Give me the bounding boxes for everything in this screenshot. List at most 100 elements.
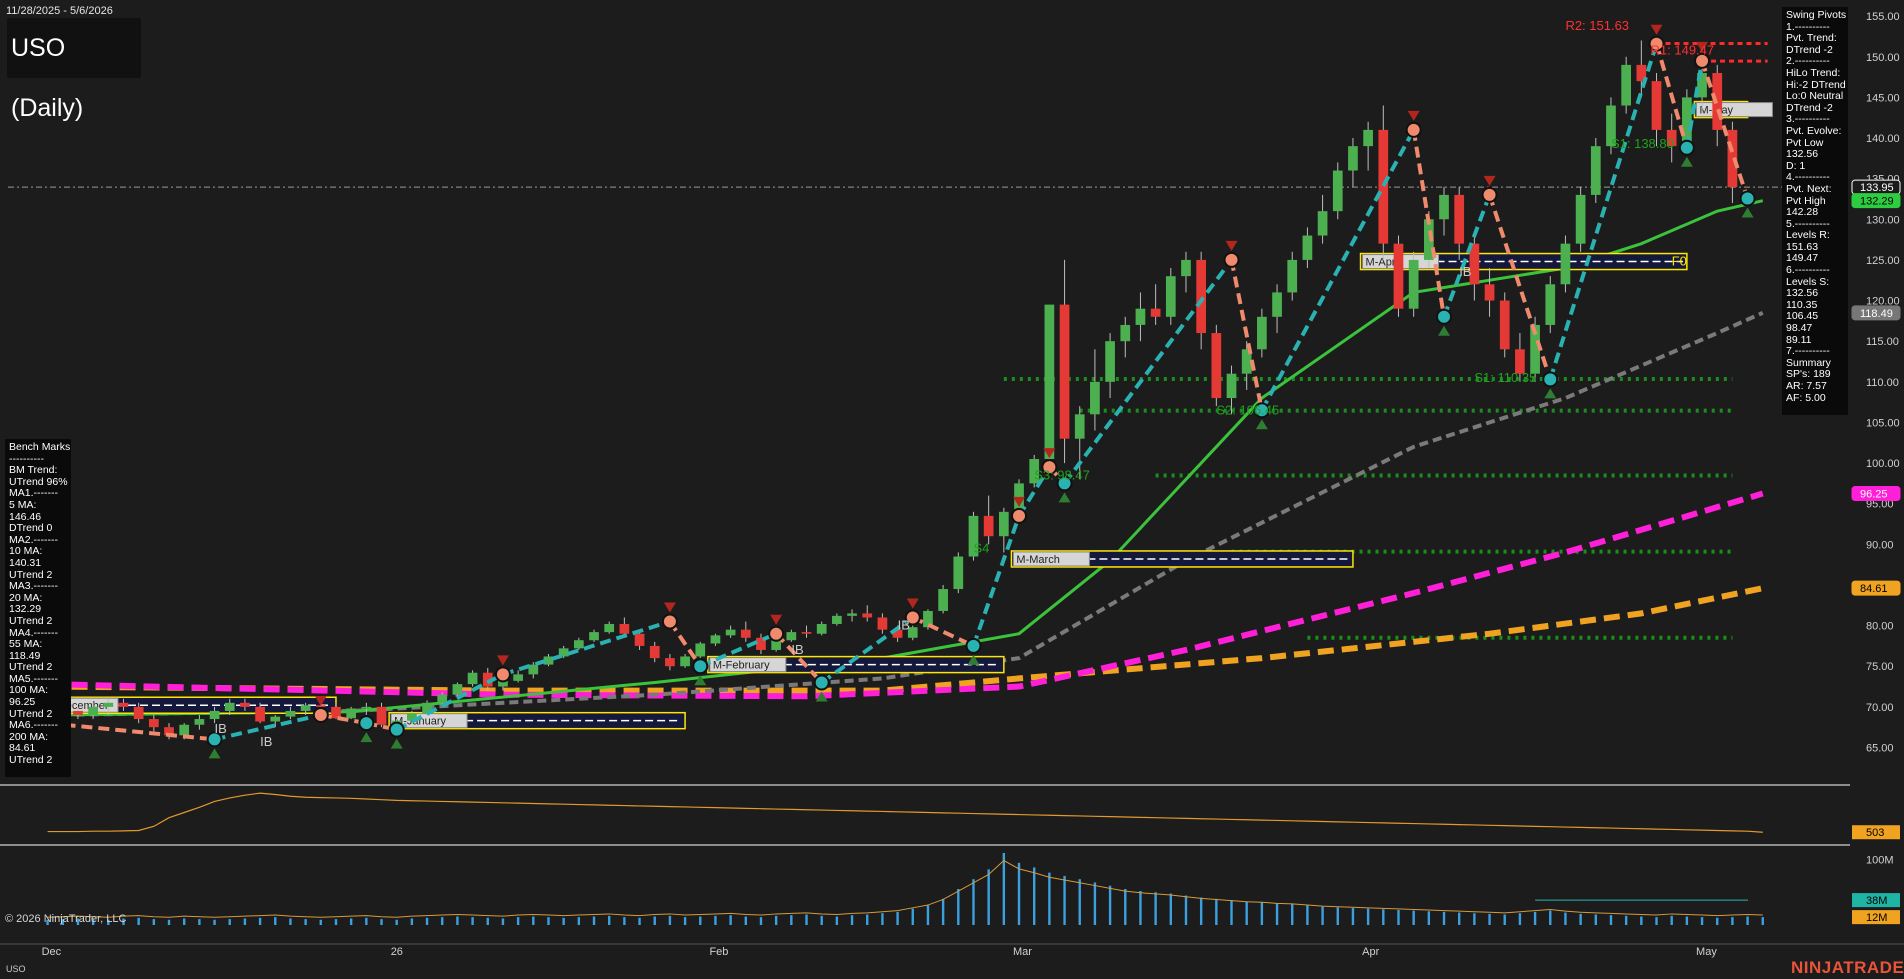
candle-body <box>953 556 964 590</box>
ib-label: IB <box>260 734 272 749</box>
volume-bar <box>349 918 353 925</box>
ticker-label: USO <box>6 964 26 974</box>
up-arrow-marker <box>360 732 373 743</box>
swing-pivots-line: Pvt. Evolve: <box>1786 124 1842 137</box>
x-tick-label: Apr <box>1362 946 1379 958</box>
volume-bar <box>1154 892 1157 925</box>
candle-body <box>1272 292 1282 317</box>
candle-body <box>300 705 311 711</box>
y-tick-label: 65.00 <box>1866 742 1894 754</box>
bench-marks-line: MA3.------- <box>9 580 58 593</box>
candle-body <box>801 632 812 634</box>
volume-bar <box>850 915 854 925</box>
swing-high-marker <box>1481 186 1498 203</box>
volume-bar <box>547 917 550 925</box>
swing-low-marker <box>692 658 709 675</box>
up-arrow-marker <box>1255 419 1268 430</box>
volume-bar <box>729 915 732 925</box>
y-tick-label: 70.00 <box>1866 702 1894 714</box>
month-label: M-March <box>1016 554 1059 566</box>
volume-bar <box>1199 897 1203 925</box>
volume-bar <box>957 889 960 925</box>
volume-bar <box>562 917 565 925</box>
candle-body <box>862 613 873 618</box>
volume-bar <box>1594 914 1598 925</box>
candle-body <box>103 702 114 707</box>
s2-label: S2: 106.45 <box>1216 402 1279 417</box>
down-arrow-marker <box>1483 175 1496 186</box>
price-badge-label: 84.61 <box>1860 583 1888 595</box>
candle-body <box>437 694 448 703</box>
volume-bar <box>668 915 672 925</box>
volume-bar <box>137 917 140 925</box>
candle-body <box>1181 259 1191 277</box>
ib-label: IB <box>791 642 803 657</box>
down-arrow-marker <box>1407 110 1420 121</box>
r1-label: R1: 149.47 <box>1651 42 1715 57</box>
volume-bar <box>759 917 763 925</box>
swing-line <box>47 721 215 742</box>
volume-bar <box>441 917 444 925</box>
bench-marks-line: 55 MA: <box>9 638 43 651</box>
volume-bar <box>243 918 247 925</box>
candle-body <box>1363 129 1373 147</box>
candle-body <box>1575 194 1586 244</box>
candle-body <box>376 706 387 725</box>
candle-body <box>1165 276 1176 317</box>
swing-pivots-line: 98.47 <box>1786 322 1813 335</box>
candle-body <box>118 702 129 707</box>
candle-body <box>1621 64 1632 106</box>
volume-bar <box>1442 911 1446 925</box>
swing-low-marker <box>813 674 830 691</box>
volume-bar <box>1700 917 1704 925</box>
candle-body <box>1150 308 1161 317</box>
swing-low-marker <box>1542 371 1559 388</box>
swing-line <box>502 619 671 677</box>
candle-body <box>1545 284 1556 325</box>
candle-body <box>1211 333 1222 399</box>
ninjatrader-logo: NINJATRADER <box>1791 958 1904 977</box>
volume-bar <box>972 879 975 925</box>
x-tick-label: Dec <box>42 946 62 958</box>
volume-bar <box>1655 917 1658 925</box>
volume-bar <box>1609 915 1613 925</box>
candle-body <box>1044 304 1055 460</box>
chart-title: USO (Daily) <box>7 18 141 122</box>
volume-bar <box>790 915 793 925</box>
volume-bar <box>1761 917 1764 925</box>
price-badge-label: 118.49 <box>1860 308 1893 320</box>
volume-bar <box>1032 867 1036 925</box>
candle-body <box>1074 414 1085 439</box>
candle-body <box>1651 81 1662 130</box>
volume-bar <box>1260 902 1264 925</box>
up-arrow-marker <box>1544 388 1557 399</box>
swing-pivots-line: Lo:0 Neutral <box>1786 90 1844 103</box>
volume-bar <box>1397 909 1400 925</box>
candle-body <box>1120 324 1131 342</box>
volume-bar <box>1093 882 1097 925</box>
volume-bar <box>896 911 899 925</box>
volume-bar <box>410 918 414 925</box>
candle-body <box>1287 259 1298 293</box>
volume-bar <box>987 869 990 925</box>
volume-bar <box>911 908 914 925</box>
volume-bar <box>1215 898 1218 925</box>
candle-body <box>179 724 190 736</box>
candle-body <box>847 613 857 616</box>
volume-bar <box>592 916 596 925</box>
price-chart[interactable]: 65.0070.0075.0080.0085.0090.0095.00100.0… <box>0 0 1904 979</box>
swing-high-marker <box>661 613 678 630</box>
volume-bar <box>866 914 869 925</box>
candle-body <box>1059 304 1070 439</box>
volume-bar <box>805 914 808 925</box>
candle-body <box>1105 341 1115 382</box>
volume-bar <box>289 918 292 925</box>
s1-mid-label: S1: 110.35 <box>1474 370 1536 385</box>
volume-bar <box>1017 862 1021 925</box>
bench-marks-line: 140.31 <box>9 556 42 569</box>
volume-bar <box>653 916 656 925</box>
volume-bar <box>774 915 778 925</box>
volume-bar <box>1549 910 1552 925</box>
candle-body <box>1317 211 1328 236</box>
candle-body <box>786 632 797 641</box>
